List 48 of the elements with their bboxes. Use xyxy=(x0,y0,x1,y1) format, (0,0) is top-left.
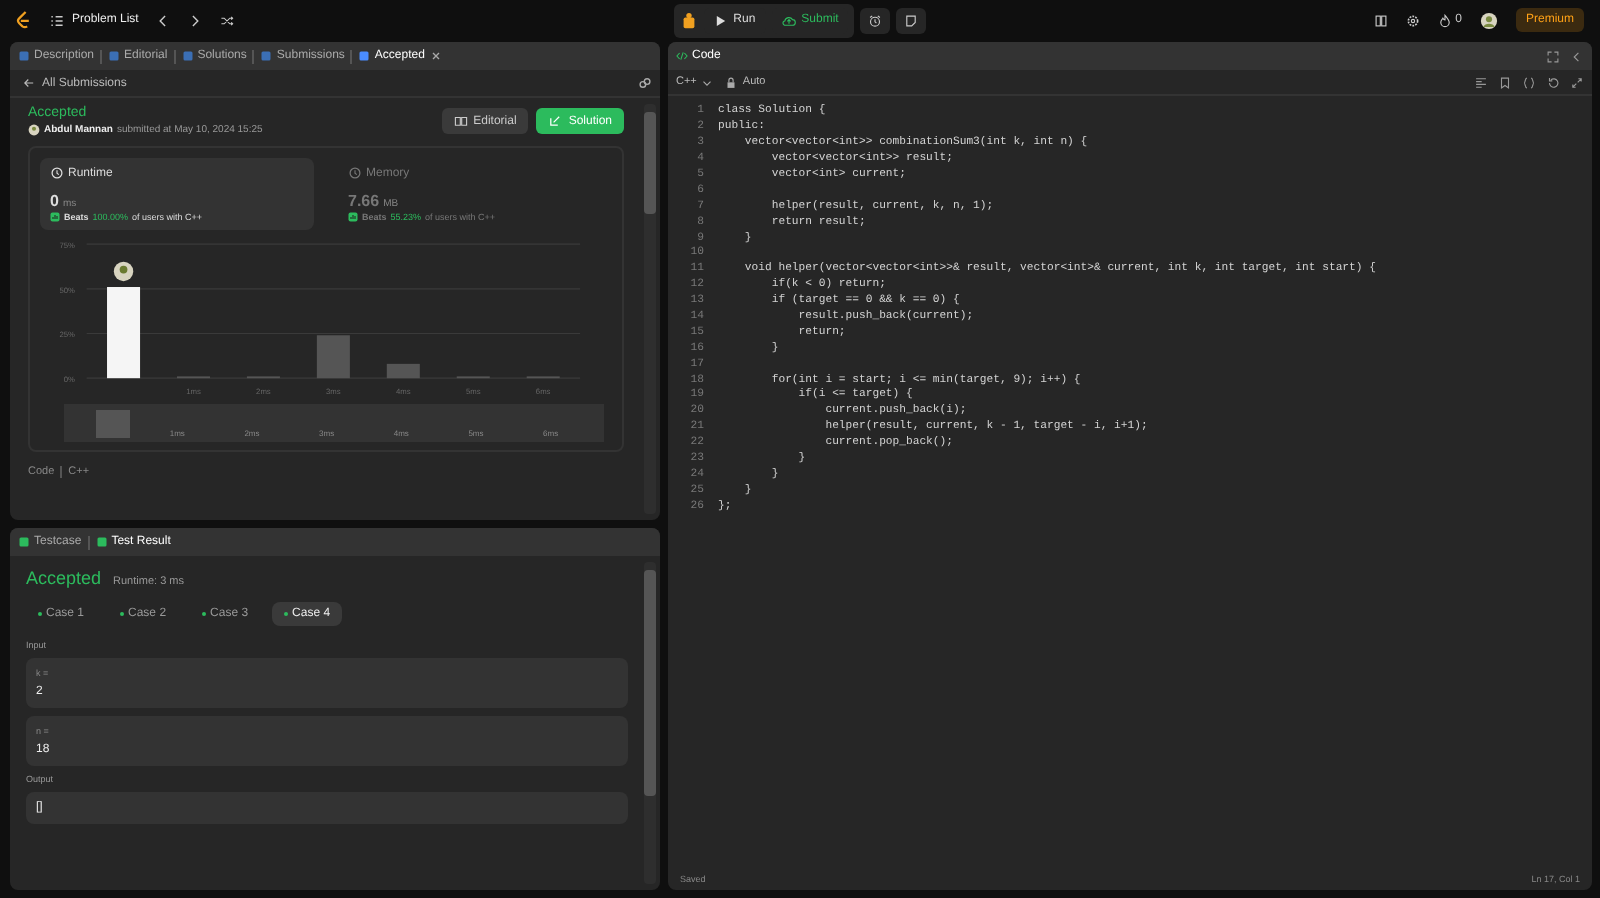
tab-icon xyxy=(95,536,108,548)
avatar-icon xyxy=(113,261,134,282)
beats-icon xyxy=(348,212,358,222)
tab-icon xyxy=(108,50,121,62)
logo-icon[interactable] xyxy=(16,10,32,30)
chevron-right-icon[interactable] xyxy=(188,13,203,27)
share-icon[interactable] xyxy=(638,76,652,90)
chevron-left-icon[interactable] xyxy=(156,13,171,27)
book-icon xyxy=(453,114,468,128)
braces-icon[interactable] xyxy=(1522,75,1536,89)
shuffle-icon[interactable] xyxy=(220,13,235,27)
beats-icon xyxy=(50,212,60,222)
bookmark-icon[interactable] xyxy=(1498,75,1512,89)
alarm-clock-button[interactable] xyxy=(860,7,891,33)
debug-icon[interactable] xyxy=(679,11,698,29)
clock-icon xyxy=(50,166,64,180)
scrollbar[interactable] xyxy=(644,104,656,514)
result-status: Accepted xyxy=(26,568,102,588)
close-icon[interactable] xyxy=(430,50,443,62)
chart-bar[interactable] xyxy=(107,287,141,379)
format-icon[interactable] xyxy=(1474,75,1488,89)
tab-icon xyxy=(260,50,273,62)
tab-icon xyxy=(18,536,30,548)
clock-icon xyxy=(348,166,362,180)
expand-icon[interactable] xyxy=(1570,75,1584,89)
stat-value: 0 xyxy=(50,192,59,210)
stat-value: 7.66 xyxy=(348,192,380,210)
lock-icon xyxy=(724,75,739,89)
list-icon xyxy=(50,13,64,27)
play-icon xyxy=(713,13,728,27)
tab-icon xyxy=(18,50,30,62)
alarm-clock-icon xyxy=(868,13,883,27)
note-icon xyxy=(904,13,919,27)
settings-icon[interactable] xyxy=(1405,13,1420,27)
scrollbar[interactable] xyxy=(644,562,656,884)
maximize-icon[interactable] xyxy=(1546,49,1560,63)
layout-icon[interactable] xyxy=(1373,13,1388,27)
tab-icon xyxy=(181,50,194,62)
arrow-left-icon xyxy=(22,76,36,90)
cloud-upload-icon xyxy=(781,13,796,27)
edit-icon xyxy=(548,114,563,128)
reset-icon[interactable] xyxy=(1546,75,1560,89)
avatar-icon[interactable] xyxy=(1480,11,1498,29)
flame-icon xyxy=(1437,13,1452,27)
code-icon xyxy=(676,50,688,62)
tab-icon xyxy=(358,50,371,62)
avatar-icon xyxy=(28,124,40,136)
note-button[interactable] xyxy=(896,7,927,33)
